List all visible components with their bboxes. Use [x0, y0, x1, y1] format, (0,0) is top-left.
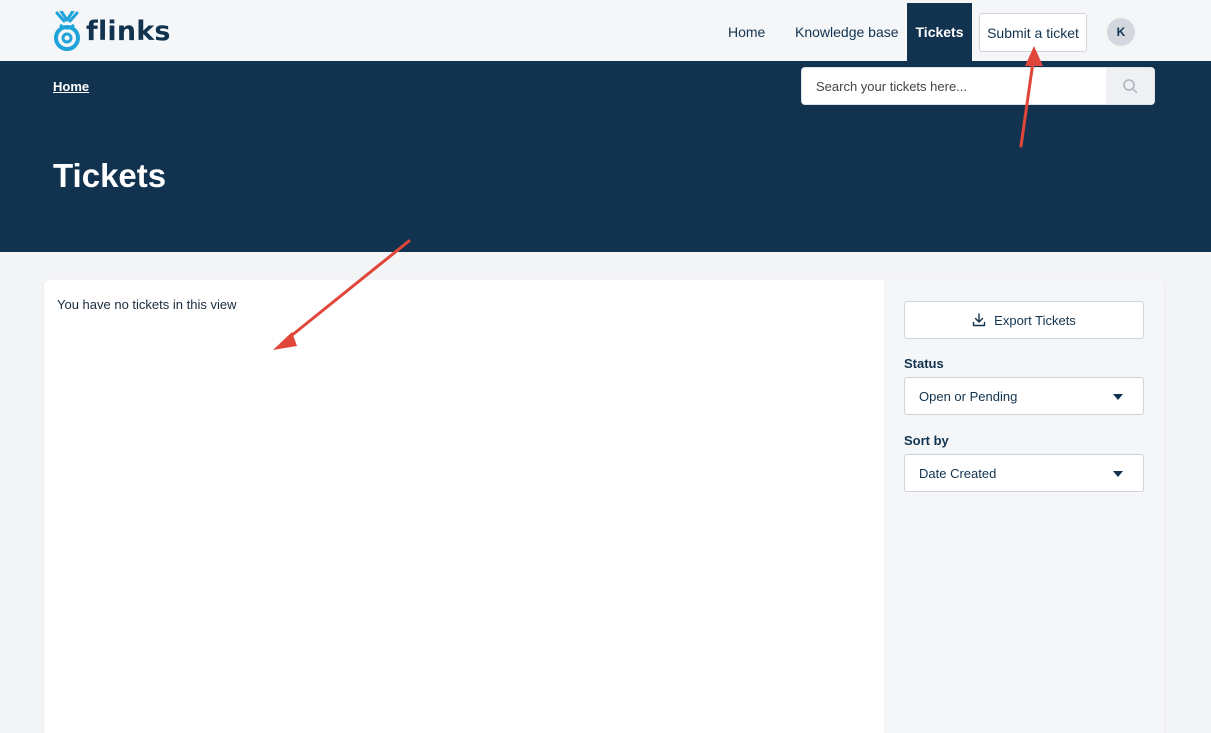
user-avatar[interactable]: K: [1107, 18, 1135, 46]
nav-tickets-tab[interactable]: Tickets: [907, 3, 972, 61]
status-select-value: Open or Pending: [919, 388, 1018, 404]
sort-by-label: Sort by: [904, 433, 949, 448]
flinks-logo-icon: [54, 11, 80, 51]
status-filter-label: Status: [904, 356, 944, 371]
status-select[interactable]: Open or Pending: [904, 377, 1144, 415]
hero-banner: Home Tickets: [0, 61, 1211, 252]
export-tickets-label: Export Tickets: [994, 312, 1076, 328]
search-icon: [1123, 79, 1138, 94]
chevron-down-icon: [1113, 471, 1123, 477]
empty-state-message: You have no tickets in this view: [57, 297, 237, 312]
logo-wordmark: flinks: [86, 15, 171, 47]
search-button[interactable]: [1106, 68, 1154, 104]
nav-home-link[interactable]: Home: [728, 22, 765, 42]
search-input[interactable]: [802, 68, 1107, 104]
download-icon: [972, 313, 986, 327]
top-navigation-bar: flinks Home Knowledge base Tickets Submi…: [0, 0, 1211, 61]
nav-knowledge-base-link[interactable]: Knowledge base: [795, 22, 899, 42]
sort-by-select-value: Date Created: [919, 465, 997, 481]
sort-by-select[interactable]: Date Created: [904, 454, 1144, 492]
tickets-card: You have no tickets in this view Export …: [44, 280, 1164, 733]
page-title: Tickets: [53, 157, 167, 194]
submit-ticket-button[interactable]: Submit a ticket: [979, 13, 1087, 52]
chevron-down-icon: [1113, 394, 1123, 400]
breadcrumb-home[interactable]: Home: [53, 79, 89, 94]
ticket-search: [801, 67, 1155, 105]
tickets-list-area: You have no tickets in this view: [44, 280, 884, 733]
export-tickets-button[interactable]: Export Tickets: [904, 301, 1144, 339]
ticket-filters-sidebar: Export Tickets Status Open or Pending So…: [884, 280, 1164, 733]
flinks-logo[interactable]: flinks: [52, 10, 171, 52]
